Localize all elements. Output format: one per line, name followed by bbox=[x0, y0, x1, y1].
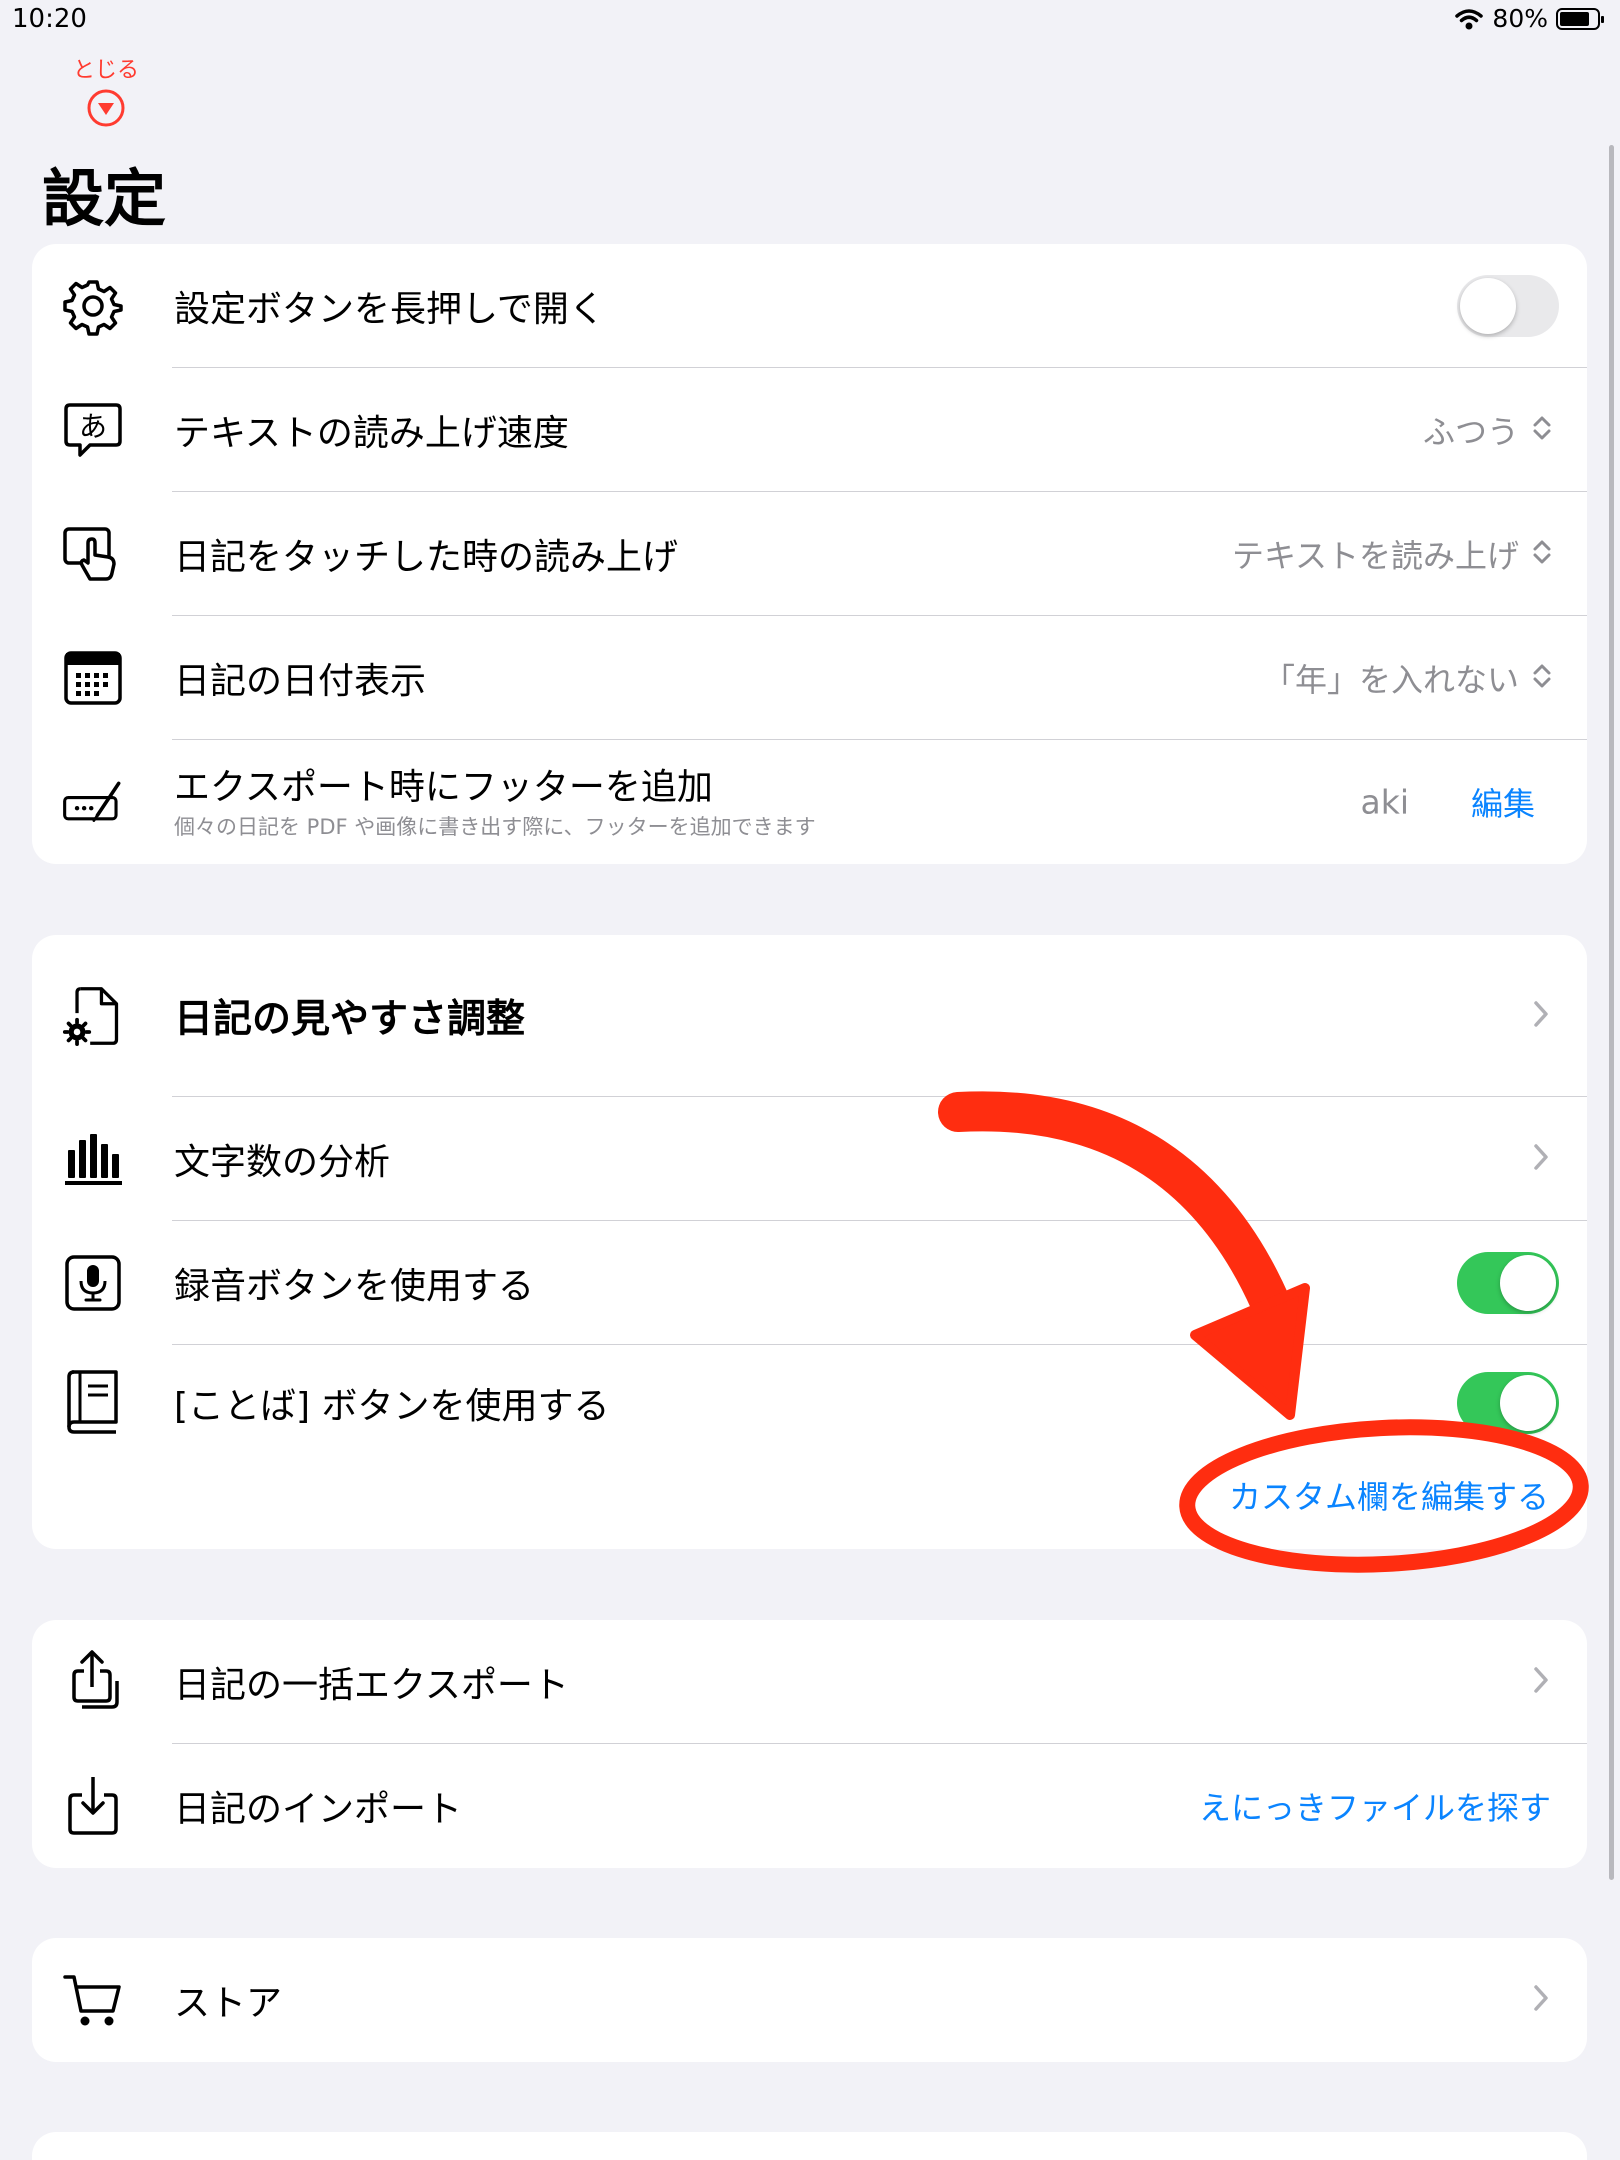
doc-gear-icon bbox=[62, 985, 124, 1047]
import-label: 日記のインポート bbox=[174, 1789, 463, 1830]
gear-icon bbox=[62, 275, 124, 337]
settings-group-features: 日記の見やすさ調整 文字数の分析 録音ボタンを使用する [ことば] ボタンを使用… bbox=[32, 935, 1587, 1549]
record-toggle[interactable] bbox=[1457, 1252, 1559, 1314]
long-press-toggle[interactable] bbox=[1457, 275, 1559, 337]
read-speed-label: テキストの読み上げ速度 bbox=[174, 413, 569, 454]
microphone-icon bbox=[62, 1252, 124, 1314]
date-display-value[interactable]: 「年」を入れない bbox=[1263, 655, 1519, 701]
row-visibility[interactable]: 日記の見やすさ調整 bbox=[32, 935, 1587, 1097]
status-right: 80% bbox=[1454, 4, 1604, 33]
footer-value: aki bbox=[1360, 782, 1409, 822]
row-store[interactable]: ストア bbox=[32, 1938, 1587, 2062]
footer-label: エクスポート時にフッターを追加 bbox=[174, 767, 713, 808]
kotoba-label: [ことば] ボタンを使用する bbox=[174, 1386, 610, 1427]
status-time: 10:20 bbox=[12, 4, 87, 34]
touch-hand-icon bbox=[62, 523, 124, 585]
date-display-label: 日記の日付表示 bbox=[174, 661, 427, 702]
long-press-label: 設定ボタンを長押しで開く bbox=[174, 289, 605, 330]
book-icon bbox=[62, 1370, 124, 1434]
char-count-label: 文字数の分析 bbox=[174, 1142, 391, 1183]
row-record: 録音ボタンを使用する bbox=[32, 1221, 1587, 1345]
svg-text:あ: あ bbox=[79, 410, 107, 443]
signature-icon bbox=[62, 771, 124, 833]
touch-read-value[interactable]: テキストを読み上げ bbox=[1232, 531, 1519, 577]
battery-icon bbox=[1556, 7, 1604, 30]
footer-edit-button[interactable]: 編集 bbox=[1471, 779, 1535, 825]
row-date-display[interactable]: 日記の日付表示 「年」を入れない bbox=[32, 616, 1587, 740]
bulk-export-label: 日記の一括エクスポート bbox=[174, 1665, 569, 1706]
close-circle-icon bbox=[86, 88, 126, 132]
row-kotoba: [ことば] ボタンを使用する カスタム欄を編集する bbox=[32, 1345, 1587, 1549]
settings-group-data: 日記の一括エクスポート 日記のインポート えにっきファイルを探す bbox=[32, 1620, 1587, 1868]
read-speed-value[interactable]: ふつう bbox=[1423, 407, 1519, 453]
visibility-label: 日記の見やすさ調整 bbox=[174, 997, 526, 1042]
close-button[interactable]: とじる bbox=[58, 52, 154, 132]
speech-bubble-icon: あ bbox=[62, 399, 124, 461]
record-label: 録音ボタンを使用する bbox=[174, 1266, 535, 1307]
up-down-chevron-icon bbox=[1531, 538, 1553, 570]
up-down-chevron-icon bbox=[1531, 662, 1553, 694]
chevron-right-icon bbox=[1533, 1984, 1549, 2016]
share-icon bbox=[62, 1650, 124, 1713]
settings-group-general: 設定ボタンを長押しで開く あ テキストの読み上げ速度 ふつう 日記をタッチした時… bbox=[32, 244, 1587, 864]
wifi-icon bbox=[1455, 8, 1484, 29]
close-label: とじる bbox=[72, 58, 139, 83]
scrollbar[interactable] bbox=[1609, 145, 1614, 1880]
row-footer: エクスポート時にフッターを追加 個々の日記を PDF や画像に書き出す際に、フッ… bbox=[32, 740, 1587, 864]
cart-icon bbox=[62, 1969, 124, 2031]
footer-sub: 個々の日記を PDF や画像に書き出す際に、フッターを追加できます bbox=[174, 815, 816, 839]
calendar-icon bbox=[62, 647, 124, 709]
up-down-chevron-icon bbox=[1531, 414, 1553, 446]
settings-group-store: ストア bbox=[32, 1938, 1587, 2062]
kotoba-toggle[interactable] bbox=[1457, 1372, 1559, 1434]
settings-group-next bbox=[32, 2132, 1587, 2160]
store-label: ストア bbox=[174, 1983, 283, 2024]
download-icon bbox=[62, 1775, 124, 1837]
row-bulk-export[interactable]: 日記の一括エクスポート bbox=[32, 1620, 1587, 1744]
chevron-right-icon bbox=[1533, 1000, 1549, 1032]
row-read-speed[interactable]: あ テキストの読み上げ速度 ふつう bbox=[32, 368, 1587, 492]
touch-read-label: 日記をタッチした時の読み上げ bbox=[174, 537, 679, 578]
chevron-right-icon bbox=[1533, 1666, 1549, 1698]
battery-percent: 80% bbox=[1492, 4, 1548, 33]
bar-chart-icon bbox=[62, 1128, 124, 1190]
custom-field-edit-link[interactable]: カスタム欄を編集する bbox=[1229, 1472, 1549, 1518]
chevron-right-icon bbox=[1533, 1143, 1549, 1175]
find-file-link[interactable]: えにっきファイルを探す bbox=[1199, 1783, 1551, 1829]
page-title: 設定 bbox=[42, 162, 167, 235]
row-import: 日記のインポート えにっきファイルを探す bbox=[32, 1744, 1587, 1868]
row-char-count[interactable]: 文字数の分析 bbox=[32, 1097, 1587, 1221]
row-touch-read[interactable]: 日記をタッチした時の読み上げ テキストを読み上げ bbox=[32, 492, 1587, 616]
row-long-press: 設定ボタンを長押しで開く bbox=[32, 244, 1587, 368]
